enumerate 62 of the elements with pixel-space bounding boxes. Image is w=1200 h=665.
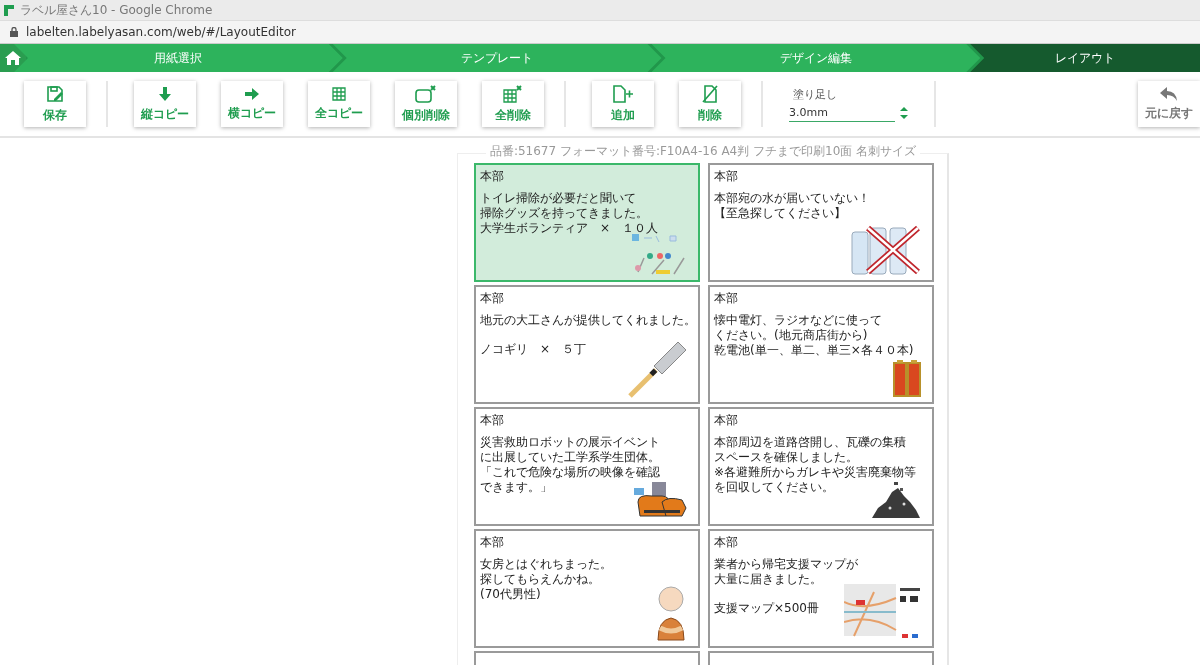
card-note: ノコギリ × ５丁 — [480, 342, 588, 357]
right-arrow-icon — [244, 86, 260, 101]
label-card[interactable]: 本部 災害救助ロボットの展示イベント に出展していた工学系学生団体。 「これで危険な場所の映像を確認 できます。」 — [474, 407, 700, 526]
bleed-field[interactable]: 3.0mm — [789, 103, 895, 122]
card-heading: 本部 — [480, 291, 505, 305]
window-title: ラベル屋さん10 - Google Chrome — [20, 1, 213, 19]
card-text: 本部周辺を道路啓開し、瓦礫の集積 スペースを確保しました。 ※各避難所からガレキや災害廃棄物等 を回収してください。 — [714, 435, 918, 495]
cleaning-tools-drawing — [630, 232, 688, 276]
file-add-icon — [612, 84, 634, 103]
label-card[interactable]: 本部 トイレ掃除が必要だと聞いて 掃除グッズを持ってきました。 大学生ボランティア × １０人 — [474, 163, 700, 282]
label-card[interactable]: 本部 業者から帰宅支援マップが 大量に届きました。 支援マップ×500冊 — [708, 529, 934, 648]
card-heading: 本部 — [480, 169, 505, 183]
card-text: トイレ掃除が必要だと聞いて 掃除グッズを持ってきました。 大学生ボランティア × １０人 — [480, 191, 660, 236]
grid-icon — [332, 86, 346, 101]
label-card[interactable]: 本部 本部周辺を道路啓開し、瓦礫の集積 スペースを確保しました。 ※各避難所からガレキや災害廃棄物等 を回収してください。 — [708, 407, 934, 526]
toolbar-button[interactable]: 追加 — [592, 81, 654, 127]
toolbar-button[interactable]: 保存 — [24, 81, 86, 127]
toolbar-button[interactable]: 縦コピー — [134, 81, 196, 127]
label-card[interactable]: 本部 地元の大工さんが提供してくれました。 ノコギリ × ５丁 — [474, 285, 700, 404]
card-heading: 本部 — [480, 535, 505, 549]
toolbar-button[interactable]: 個別削除 — [395, 81, 457, 127]
card-text: 本部宛の水が届いていない！ 【至急探してください】 — [714, 191, 871, 221]
file-remove-icon — [702, 84, 718, 103]
address-bar-url[interactable]: labelten.labelyasan.com/web/#/LayoutEditor — [26, 25, 296, 39]
card-heading: 本部 — [480, 413, 505, 427]
undo-button[interactable]: 元に戻す — [1138, 81, 1200, 127]
toolbar-button[interactable]: 削除 — [679, 81, 741, 127]
card-heading: 本部 — [714, 413, 739, 427]
step-tab[interactable]: デザイン編集 — [651, 44, 981, 72]
card-note: 支援マップ×500冊 — [714, 601, 820, 616]
step-tab[interactable]: 用紙選択 — [14, 44, 343, 72]
spinner-icon — [899, 105, 909, 120]
card-heading: 本部 — [714, 535, 739, 549]
app-icon — [4, 4, 14, 16]
bleed-label: 塗り足し — [792, 86, 838, 102]
label-card[interactable]: 本部 懐中電灯、ラジオなどに使って ください。(地元商店街から) 乾電池(単一、単二、単三×各４０本) — [708, 285, 934, 404]
toolbar-button[interactable]: 全コピー — [308, 81, 370, 127]
toolbar-button[interactable]: 横コピー — [221, 81, 283, 127]
elderly-man-figure — [654, 584, 688, 642]
card-text: 災害救助ロボットの展示イベント に出展していた工学系学生団体。 「これで危険な場所の映像を確認 できます。」 — [480, 435, 661, 495]
home-icon — [5, 51, 21, 65]
label-card[interactable]: 本部 本部宛の水が届いていない！ 【至急探してください】 — [708, 163, 934, 282]
card-text: 業者から帰宅支援マップが 大量に届きました。 — [714, 557, 859, 587]
toolbar-button[interactable]: 全削除 — [482, 81, 544, 127]
step-tab[interactable]: テンプレート — [332, 44, 662, 72]
card-text: 地元の大工さんが提供してくれました。 — [480, 313, 694, 328]
card-heading: 本部 — [714, 169, 739, 183]
undo-icon — [1160, 86, 1178, 101]
frame-delete-icon — [415, 84, 437, 103]
lock-icon — [10, 27, 18, 37]
label-card[interactable]: 本部 女房とはぐれちまった。 探してもらえんかね。 (70代男性) — [474, 529, 700, 648]
down-arrow-icon — [158, 85, 172, 102]
card-text: 懐中電灯、ラジオなどに使って ください。(地元商店街から) 乾電池(単一、単二、単三×各４０本) — [714, 313, 915, 358]
rubble-pile-drawing — [870, 480, 922, 520]
saw-drawing — [626, 340, 688, 398]
card-text: 女房とはぐれちまった。 探してもらえんかね。 (70代男性) — [480, 557, 613, 602]
save-icon — [46, 84, 64, 103]
step-tab[interactable]: レイアウト — [970, 44, 1200, 72]
card-heading: 本部 — [714, 291, 739, 305]
batteries-drawing — [892, 360, 922, 398]
grid-delete-icon — [503, 84, 523, 103]
sheet-caption: 品番:51677 フォーマット番号:F10A4-16 A4判 フチまで印刷10面 名刺サイズ — [485, 143, 921, 160]
